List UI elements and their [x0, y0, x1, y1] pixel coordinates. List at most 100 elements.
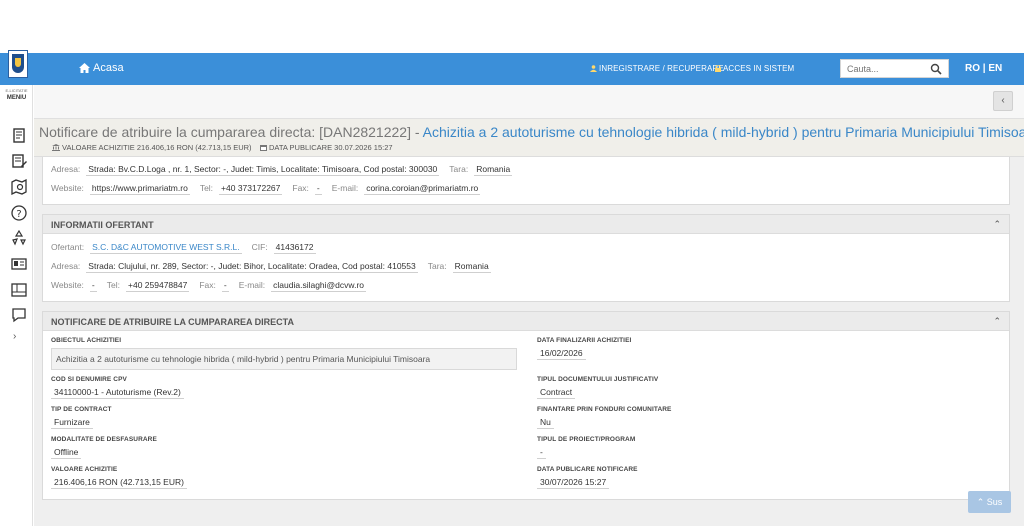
authority-fax: -	[314, 183, 322, 195]
search-icon[interactable]	[930, 63, 942, 75]
authority-tel: +40 373172267	[219, 183, 283, 195]
modalitate-value: Offline	[51, 447, 82, 459]
chat-icon[interactable]	[11, 307, 27, 323]
id-card-icon[interactable]	[11, 256, 27, 272]
modalitate-label: MODALITATE DE DESFASURARE	[51, 436, 157, 443]
layout-icon[interactable]	[11, 282, 27, 298]
help-icon[interactable]: ?	[11, 205, 27, 221]
ofertant-address-row: Adresa: Strada: Clujului, nr. 289, Secto…	[51, 261, 501, 273]
notificare-section-title: NOTIFICARE DE ATRIBUIRE LA CUMPARAREA DI…	[51, 317, 294, 327]
cpv-label: COD SI DENUMIRE CPV	[51, 376, 127, 383]
ofertant-adresa-label: Adresa:	[51, 261, 81, 271]
ofertant-website-label: Website:	[51, 280, 84, 290]
lock-icon	[715, 65, 721, 72]
chevron-up-icon[interactable]: ⌃	[993, 219, 1001, 230]
search-input[interactable]	[847, 63, 927, 75]
tip-document-label: TIPUL DOCUMENTULUI JUSTIFICATIV	[537, 376, 659, 383]
home-label: Acasa	[93, 62, 124, 74]
page-title: Notificare de atribuire la cumpararea di…	[39, 124, 1024, 140]
authority-tel-label: Tel:	[199, 183, 214, 193]
notebook-icon[interactable]	[11, 128, 27, 144]
ofertant-fax-label: Fax:	[199, 280, 216, 290]
ofertant-email: claudia.silaghi@dcvw.ro	[271, 280, 366, 292]
authority-email-label: E-mail:	[331, 183, 359, 193]
valoare-meta: VALOARE ACHIZITIE 216.406,16 RON (42.713…	[52, 143, 252, 152]
authority-tara-label: Tara:	[449, 164, 469, 174]
sus-label: Sus	[986, 497, 1003, 507]
obiect-label: OBIECTUL ACHIZITIEI	[51, 337, 122, 344]
recycle-icon[interactable]	[11, 230, 27, 246]
ofertant-label: Ofertant:	[51, 242, 85, 252]
menu-small-label: E-LICITATIE	[5, 88, 28, 93]
data-meta: DATA PUBLICARE 30.07.2026 15:27	[260, 143, 393, 152]
home-link[interactable]: Acasa	[79, 62, 124, 74]
calendar-icon	[260, 145, 267, 151]
ofertant-name-row: Ofertant: S.C. D&C AUTOMOTIVE WEST S.R.L…	[51, 242, 326, 254]
data-finalizarii-value: 16/02/2026	[537, 348, 586, 360]
authority-website: https://www.primariatm.ro	[89, 183, 190, 195]
collapse-button[interactable]: ‹	[993, 91, 1013, 111]
authority-tara: Romania	[474, 164, 513, 176]
authority-adresa: Strada: Bv.C.D.Loga , nr. 1, Sector: -, …	[86, 164, 440, 176]
authority-adresa-label: Adresa:	[51, 164, 81, 174]
authority-address-row: Adresa: Strada: Bv.C.D.Loga , nr. 1, Sec…	[51, 164, 522, 176]
register-link[interactable]: INREGISTRARE / RECUPERARE	[590, 64, 724, 73]
ofertant-tara: Romania	[452, 261, 491, 273]
ofertant-email-label: E-mail:	[238, 280, 266, 290]
tip-proiect-value: -	[537, 447, 546, 459]
ofertant-website: -	[89, 280, 97, 292]
sidebar-expand-icon[interactable]: ›	[13, 331, 16, 342]
obiect-value: Achizitia a 2 autoturisme cu tehnologie …	[51, 348, 517, 370]
data-publicare-value: 30/07/2026 15:27	[537, 477, 610, 489]
tip-document-value: Contract	[537, 387, 576, 399]
valoare-value: 216.406,16 RON (42.713,15 EUR)	[51, 477, 187, 489]
ofertant-contact-row: Website: - Tel: +40 259478847 Fax: - E-m…	[51, 280, 376, 292]
scroll-top-button[interactable]: ⌃ Sus	[968, 491, 1011, 513]
register-label: INREGISTRARE / RECUPERARE	[599, 64, 724, 73]
top-whitespace	[0, 0, 1024, 53]
tip-contract-value: Furnizare	[51, 417, 93, 429]
authority-email: corina.coroian@primariatm.ro	[364, 183, 481, 195]
login-link[interactable]: ACCES IN SISTEM	[715, 64, 794, 73]
ofertant-cif: 41436172	[273, 242, 316, 254]
edit-document-icon[interactable]	[11, 153, 27, 169]
procurement-title: Achizitia a 2 autoturisme cu tehnologie …	[422, 124, 1024, 140]
data-finalizarii-label: DATA FINALIZARII ACHIZITIEI	[537, 337, 632, 344]
title-prefix: Notificare de atribuire la cumpararea di…	[39, 124, 423, 140]
data-publicare-label: DATA PUBLICARE NOTIFICARE	[537, 466, 638, 473]
cpv-value: 34110000-1 - Autoturisme (Rev.2)	[51, 387, 184, 399]
valoare-meta-text: VALOARE ACHIZITIE 216.406,16 RON (42.713…	[62, 143, 252, 152]
notificare-panel: NOTIFICARE DE ATRIBUIRE LA CUMPARAREA DI…	[42, 311, 1010, 500]
search-box	[840, 59, 949, 78]
ofertant-tara-label: Tara:	[427, 261, 447, 271]
map-search-icon[interactable]	[11, 179, 27, 195]
site-logo[interactable]	[8, 50, 28, 78]
tip-contract-label: TIP DE CONTRACT	[51, 406, 112, 413]
login-label: ACCES IN SISTEM	[723, 64, 795, 73]
home-icon	[79, 63, 90, 73]
ofertant-tel: +40 259478847	[126, 280, 190, 292]
authority-fax-label: Fax:	[292, 183, 309, 193]
ofertant-name-link[interactable]: S.C. D&C AUTOMOTIVE WEST S.R.L.	[90, 242, 242, 254]
notificare-panel-header[interactable]: NOTIFICARE DE ATRIBUIRE LA CUMPARAREA DI…	[43, 312, 1009, 331]
chevron-up-icon: ⌃	[976, 497, 985, 507]
user-icon	[590, 65, 597, 72]
tip-proiect-label: TIPUL DE PROIECT/PROGRAM	[537, 436, 636, 443]
finantare-value: Nu	[537, 417, 554, 429]
sub-toolbar	[34, 85, 1024, 119]
ofertant-tel-label: Tel:	[106, 280, 120, 290]
ofertant-fax: -	[221, 280, 229, 292]
ofertant-adresa: Strada: Clujului, nr. 289, Sector: -, Ju…	[86, 261, 418, 273]
ofertant-cif-label: CIF:	[251, 242, 268, 252]
language-switcher[interactable]: RO | EN	[965, 63, 1002, 74]
finantare-label: FINANTARE PRIN FONDURI COMUNITARE	[537, 406, 672, 413]
ofertant-panel-header[interactable]: INFORMATII OFERTANT ⌃	[43, 215, 1009, 234]
chevron-up-icon[interactable]: ⌃	[993, 316, 1001, 327]
valoare-label: VALOARE ACHIZITIE	[51, 466, 118, 473]
svg-text:?: ?	[16, 209, 21, 220]
menu-label: MENIU	[6, 95, 27, 101]
sidebar	[0, 85, 33, 526]
authority-contact-row: Website: https://www.primariatm.ro Tel: …	[51, 183, 490, 195]
data-meta-text: DATA PUBLICARE 30.07.2026 15:27	[269, 143, 393, 152]
sidebar-menu-toggle[interactable]: E-LICITATIE MENIU	[0, 88, 33, 101]
